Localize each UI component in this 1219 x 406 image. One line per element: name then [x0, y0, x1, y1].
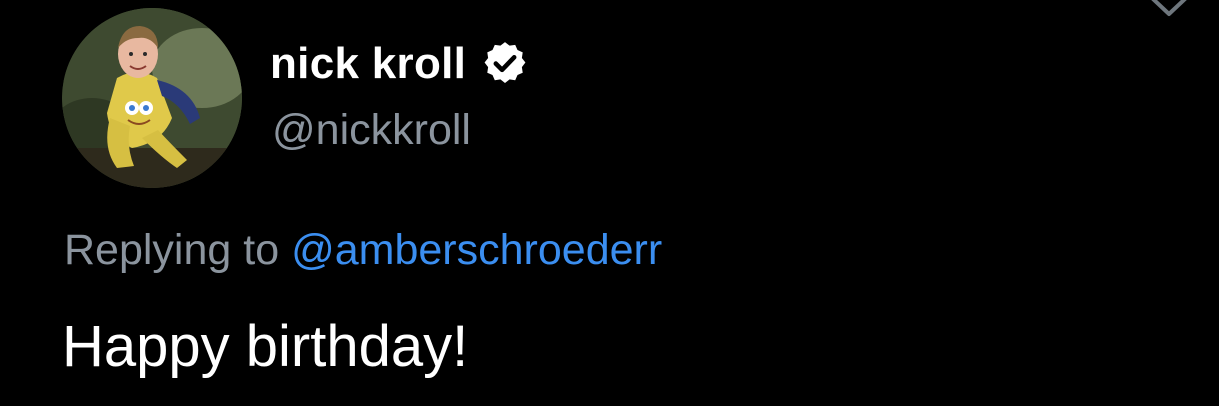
- replying-to-label: Replying to: [64, 226, 280, 274]
- reply-handle-link[interactable]: @amberschroederr: [291, 226, 662, 274]
- tweet-text: Happy birthday!: [62, 314, 469, 379]
- author-handle[interactable]: @nickkroll: [272, 100, 471, 160]
- verified-badge-icon: [484, 42, 526, 83]
- chevron-down-icon[interactable]: [1148, 0, 1190, 20]
- tweet: nick kroll @nickkroll Replying to @amber…: [0, 0, 1219, 406]
- display-name-text[interactable]: nick kroll: [270, 34, 466, 94]
- author-avatar[interactable]: [62, 8, 242, 188]
- replying-to-line: Replying to @amberschroederr: [64, 220, 662, 280]
- author-display-name[interactable]: nick kroll: [270, 34, 530, 94]
- avatar-photo: [62, 8, 242, 188]
